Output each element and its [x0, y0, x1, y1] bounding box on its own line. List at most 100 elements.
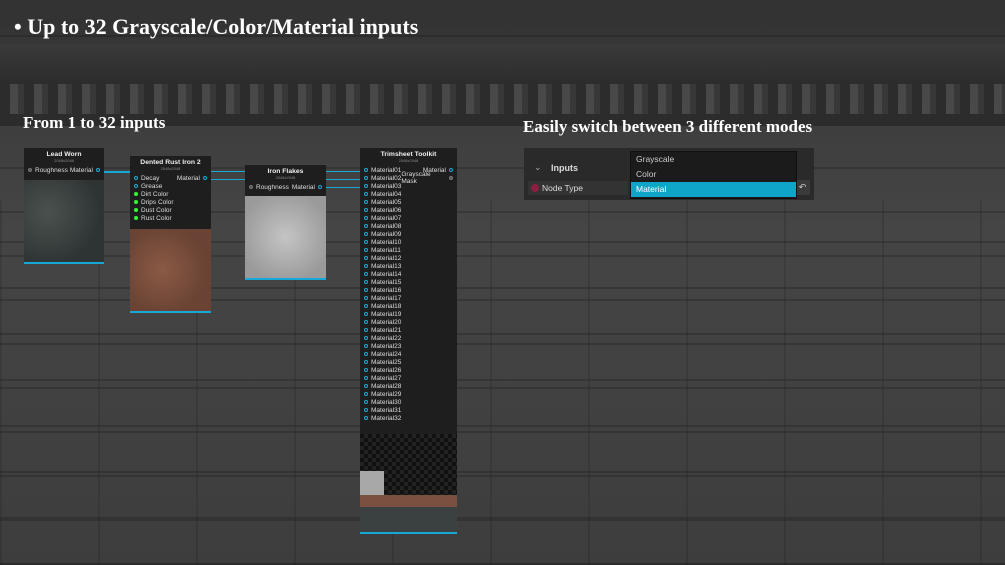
output-port-dot[interactable] [203, 176, 207, 180]
port-label: Material07 [371, 214, 402, 222]
property-row: Node Type [528, 181, 628, 195]
input-port-dot[interactable] [364, 168, 368, 172]
input-port-dot[interactable] [364, 360, 368, 364]
node-lead-worn[interactable]: Lead Worn 2048x2048 Roughness Material [24, 148, 104, 264]
port-row: Material30 [360, 398, 457, 406]
node-dented-rust-iron[interactable]: Dented Rust Iron 2 2048x2048 Decay Mater… [130, 156, 211, 313]
input-port-dot[interactable] [134, 184, 138, 188]
trimsheet-ports: Material01 Material Material02 Grayscale Ma… [360, 166, 457, 422]
exposed-param-icon[interactable] [531, 184, 539, 192]
input-port-dot[interactable] [364, 296, 368, 300]
input-port-dot[interactable] [364, 400, 368, 404]
texture-thumbnail [245, 196, 326, 278]
input-port-dot[interactable] [364, 320, 368, 324]
port-row: Drips Color [130, 198, 211, 206]
port-row: Material08 [360, 222, 457, 230]
port-row: Rust Color [130, 214, 211, 222]
port-label: Material10 [371, 238, 402, 246]
port-label: Material18 [371, 302, 402, 310]
left-caption: From 1 to 32 inputs [23, 113, 166, 132]
input-port-dot[interactable] [364, 176, 368, 180]
chevron-down-icon[interactable]: ⌄ [534, 162, 542, 173]
input-port-dot[interactable] [364, 376, 368, 380]
input-port-dot[interactable] [364, 408, 368, 412]
port-row: Dirt Color [130, 190, 211, 198]
output-port-dot[interactable] [449, 168, 453, 172]
port-row: Material24 [360, 350, 457, 358]
node-trimsheet-toolkit[interactable]: Trimsheet Toolkit 2048x2048 Material01 Ma… [360, 148, 457, 534]
input-port-dot[interactable] [364, 392, 368, 396]
preview-patch-gray [360, 471, 384, 495]
port-row: Material06 [360, 206, 457, 214]
input-port-dot[interactable] [364, 224, 368, 228]
reset-icon[interactable]: ↶ [795, 180, 810, 195]
port-label: Material05 [371, 198, 402, 206]
input-port-dot[interactable] [364, 312, 368, 316]
output-port-dot[interactable] [318, 185, 322, 189]
menu-item-material[interactable]: Material [631, 182, 796, 197]
port-row: Material07 [360, 214, 457, 222]
input-port-dot[interactable] [364, 352, 368, 356]
node-iron-flakes[interactable]: Iron Flakes 2048x2048 Roughness Material [245, 165, 326, 280]
menu-item-grayscale[interactable]: Grayscale [631, 152, 796, 167]
port-label: Material [176, 174, 200, 182]
port-row: Roughness Material [24, 166, 104, 174]
input-port-dot[interactable] [364, 368, 368, 372]
port-row: Material17 [360, 294, 457, 302]
input-port-dot[interactable] [364, 264, 368, 268]
input-port-dot[interactable] [364, 200, 368, 204]
input-port-dot[interactable] [364, 344, 368, 348]
input-port-dot[interactable] [134, 216, 138, 220]
node-resolution: 2048x2048 [160, 166, 181, 171]
node-resolution: 2048x2048 [398, 158, 419, 163]
port-row: Material14 [360, 270, 457, 278]
port-row: Material11 [360, 246, 457, 254]
input-port-dot[interactable] [364, 304, 368, 308]
input-port-dot[interactable] [364, 192, 368, 196]
input-port-dot[interactable] [364, 416, 368, 420]
output-port-dot[interactable] [449, 176, 453, 180]
input-port-dot[interactable] [364, 208, 368, 212]
input-port-dot[interactable] [364, 272, 368, 276]
input-port-dot[interactable] [364, 280, 368, 284]
port-label: Material32 [371, 414, 402, 422]
port-label: Material04 [371, 190, 402, 198]
port-row: Material21 [360, 326, 457, 334]
port-label: Roughness [35, 166, 68, 174]
port-row: Material27 [360, 374, 457, 382]
port-label: Material12 [371, 254, 402, 262]
menu-item-color[interactable]: Color [631, 167, 796, 182]
node-title: Trimsheet Toolkit [380, 151, 437, 158]
port-label: Material15 [371, 278, 402, 286]
port-row: Grease [130, 182, 211, 190]
texture-thumbnail [130, 229, 211, 311]
port-label: Material17 [371, 294, 402, 302]
port-label: Material21 [371, 326, 402, 334]
port-row: Material03 [360, 182, 457, 190]
input-port-dot[interactable] [364, 256, 368, 260]
input-port-dot[interactable] [134, 200, 138, 204]
input-port-dot[interactable] [249, 185, 253, 189]
output-port-dot[interactable] [96, 168, 100, 172]
port-label: Material03 [371, 182, 402, 190]
port-label: Dirt Color [141, 190, 169, 198]
input-port-dot[interactable] [134, 176, 138, 180]
input-port-dot[interactable] [364, 328, 368, 332]
input-port-dot[interactable] [134, 192, 138, 196]
port-label: Material13 [371, 262, 402, 270]
input-port-dot[interactable] [364, 240, 368, 244]
input-port-dot[interactable] [364, 184, 368, 188]
input-port-dot[interactable] [28, 168, 32, 172]
input-port-dot[interactable] [134, 208, 138, 212]
port-label: Material08 [371, 222, 402, 230]
input-port-dot[interactable] [364, 248, 368, 252]
node-type-dropdown-menu[interactable]: Grayscale Color Material [630, 151, 797, 199]
port-label: Roughness [256, 183, 289, 191]
port-row: Material22 [360, 334, 457, 342]
input-port-dot[interactable] [364, 336, 368, 340]
input-port-dot[interactable] [364, 232, 368, 236]
input-port-dot[interactable] [364, 216, 368, 220]
input-port-dot[interactable] [364, 288, 368, 292]
input-port-dot[interactable] [364, 384, 368, 388]
preview-patch-lead [360, 507, 457, 532]
